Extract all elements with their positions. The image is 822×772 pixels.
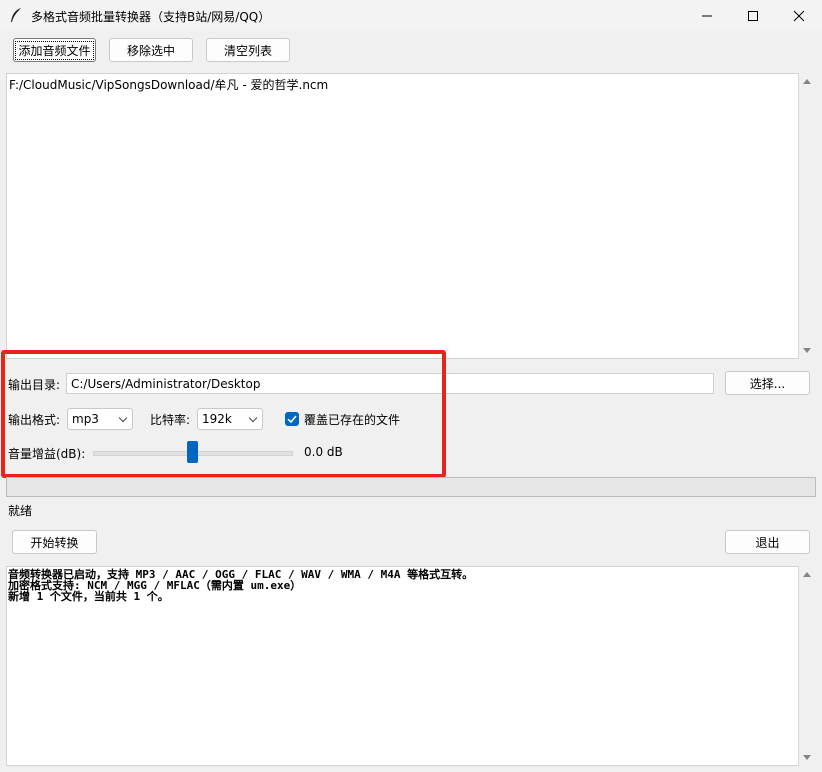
exit-label: 退出 [755, 535, 780, 550]
clear-list-button[interactable]: 清空列表 [206, 38, 290, 62]
browse-label: 选择... [749, 376, 786, 391]
progress-bar [6, 477, 816, 497]
scroll-up-icon[interactable] [803, 79, 811, 84]
file-list-item[interactable]: F:/CloudMusic/VipSongsDownload/牟凡 - 爱的哲学… [9, 77, 796, 93]
start-convert-label: 开始转换 [30, 535, 79, 550]
status-text: 就绪 [8, 504, 33, 518]
file-list[interactable]: F:/CloudMusic/VipSongsDownload/牟凡 - 爱的哲学… [6, 73, 799, 359]
add-audio-label: 添加音频文件 [15, 40, 94, 60]
browse-button[interactable]: 选择... [725, 371, 810, 395]
add-audio-button[interactable]: 添加音频文件 [13, 38, 96, 62]
remove-selected-button[interactable]: 移除选中 [109, 38, 193, 62]
feather-icon [11, 8, 21, 22]
minimize-button[interactable] [684, 0, 730, 31]
maximize-button[interactable] [730, 0, 776, 31]
clear-list-label: 清空列表 [223, 43, 272, 58]
remove-selected-label: 移除选中 [126, 43, 175, 58]
scroll-down-icon[interactable] [803, 348, 811, 353]
scroll-up-icon[interactable] [803, 572, 811, 577]
maximize-icon [748, 10, 758, 21]
exit-button[interactable]: 退出 [725, 530, 810, 554]
highlight-box [1, 350, 446, 478]
window-title: 多格式音频批量转换器（支持B站/网易/QQ） [31, 10, 271, 24]
close-button[interactable] [776, 0, 822, 31]
file-list-scrollbar[interactable] [799, 73, 816, 359]
log-area[interactable]: 音频转换器已启动，支持 MP3 / AAC / OGG / FLAC / WAV… [6, 566, 799, 766]
minimize-icon [702, 15, 712, 16]
close-icon [793, 10, 805, 21]
start-convert-button[interactable]: 开始转换 [12, 530, 97, 554]
log-scrollbar[interactable] [799, 566, 816, 766]
scroll-down-icon[interactable] [803, 755, 811, 760]
log-line: 新增 1 个文件，当前共 1 个。 [8, 590, 169, 603]
